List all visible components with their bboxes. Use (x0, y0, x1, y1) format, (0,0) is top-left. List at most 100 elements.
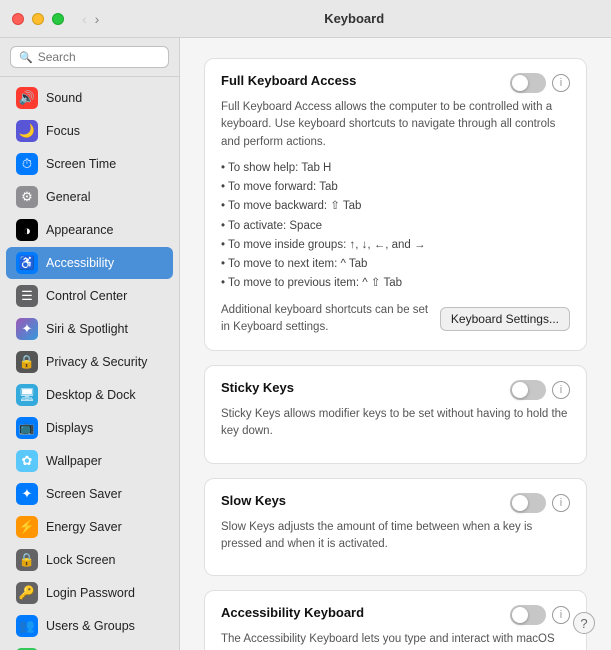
full-keyboard-access-toggle-knob (512, 75, 528, 91)
main-content: Full Keyboard AccessiFull Keyboard Acces… (180, 38, 611, 650)
displays-label: Displays (46, 421, 93, 435)
sidebar-item-desktop[interactable]: 🖥 Desktop & Dock (6, 379, 173, 411)
sidebar-item-energy[interactable]: ⚡ Energy Saver (6, 511, 173, 543)
sidebar-item-appearance[interactable]: ◑ Appearance (6, 214, 173, 246)
usersgroups-icon: 👥 (16, 615, 38, 637)
bullet-item: • To move forward: Tab (221, 178, 570, 197)
slow-keys-header: Slow Keys i (221, 493, 570, 513)
main-wrapper: Full Keyboard AccessiFull Keyboard Acces… (180, 38, 611, 650)
slow-keys-title: Slow Keys (221, 493, 510, 508)
bullet-item: • To move inside groups: ↑, ↓, ←, and → (221, 236, 570, 255)
general-label: General (46, 190, 90, 204)
titlebar-title: Keyboard (109, 11, 599, 26)
search-input[interactable] (38, 50, 160, 64)
slow-keys-controls: i (510, 493, 570, 513)
accessibility-keyboard-info-button[interactable]: i (552, 606, 570, 624)
slow-keys-description: Slow Keys adjusts the amount of time bet… (221, 519, 570, 554)
full-keyboard-access-footer: Additional keyboard shortcuts can be set… (221, 302, 570, 337)
minimize-button[interactable] (32, 13, 44, 25)
general-icon: ⚙ (16, 186, 38, 208)
full-keyboard-access-header: Full Keyboard Access i (221, 73, 570, 93)
system-preferences-window: ‹ › Keyboard 🔍 🔊Sound🌙Focus ⏱ Screen Time ⚙… (0, 0, 611, 650)
sidebar-item-screensaver[interactable]: ✦ Screen Saver (6, 478, 173, 510)
sidebar-item-screentime[interactable]: ⏱ Screen Time (6, 148, 173, 180)
lockscreen-icon: 🔒 (16, 549, 38, 571)
help-button[interactable]: ? (573, 612, 595, 634)
sticky-keys-toggle[interactable] (510, 380, 546, 400)
screentime-label: Screen Time (46, 157, 116, 171)
sidebar-item-loginpw[interactable]: 🔑 Login Password (6, 577, 173, 609)
sidebar-item-siri[interactable]: ✦Siri & Spotlight (6, 313, 173, 345)
maximize-button[interactable] (52, 13, 64, 25)
sidebar-item-privacy[interactable]: 🔒Privacy & Security (6, 346, 173, 378)
sidebar-item-sound[interactable]: 🔊Sound (6, 82, 173, 114)
sidebar-item-displays[interactable]: 📺 Displays (6, 412, 173, 444)
bullet-item: • To move backward: ⇧ Tab (221, 197, 570, 216)
accessibility-icon: ♿ (16, 252, 38, 274)
sticky-keys-description: Sticky Keys allows modifier keys to be s… (221, 406, 570, 441)
full-keyboard-access-action-button[interactable]: Keyboard Settings... (440, 307, 570, 331)
sticky-keys-controls: i (510, 380, 570, 400)
search-container: 🔍 (0, 38, 179, 77)
full-keyboard-access-description: Full Keyboard Access allows the computer… (221, 99, 570, 151)
siri-icon: ✦ (16, 318, 38, 340)
sticky-keys-header: Sticky Keysi (221, 380, 570, 400)
full-keyboard-access-toggle[interactable] (510, 73, 546, 93)
slow-keys-info-button[interactable]: i (552, 494, 570, 512)
section-accessibility-keyboard: Accessibility Keyboard i The Accessibility… (204, 590, 587, 650)
slow-keys-toggle-knob (512, 495, 528, 511)
sidebar-item-accessibility[interactable]: ♿ Accessibility (6, 247, 173, 279)
titlebar: ‹ › Keyboard (0, 0, 611, 38)
accessibility-keyboard-toggle[interactable] (510, 605, 546, 625)
full-keyboard-access-title: Full Keyboard Access (221, 73, 510, 88)
accessibility-keyboard-title: Accessibility Keyboard (221, 605, 510, 620)
loginpw-label: Login Password (46, 586, 135, 600)
slow-keys-toggle[interactable] (510, 493, 546, 513)
energy-icon: ⚡ (16, 516, 38, 538)
controlcenter-label: Control Center (46, 289, 127, 303)
sidebar-item-wallpaper[interactable]: ✿ Wallpaper (6, 445, 173, 477)
wallpaper-label: Wallpaper (46, 454, 102, 468)
accessibility-keyboard-description: The Accessibility Keyboard lets you type… (221, 631, 570, 650)
sidebar-item-lockscreen[interactable]: 🔒 Lock Screen (6, 544, 173, 576)
desktop-label: Desktop & Dock (46, 388, 136, 402)
accessibility-keyboard-header: Accessibility Keyboard i (221, 605, 570, 625)
accessibility-keyboard-toggle-knob (512, 607, 528, 623)
sidebar-item-passwords[interactable]: 🔑Passwords (6, 643, 173, 650)
sidebar-item-general[interactable]: ⚙ General (6, 181, 173, 213)
section-slow-keys: Slow Keys i Slow Keys adjusts the amount o… (204, 478, 587, 577)
usersgroups-label: Users & Groups (46, 619, 135, 633)
sidebar-item-focus[interactable]: 🌙Focus (6, 115, 173, 147)
displays-icon: 📺 (16, 417, 38, 439)
sticky-keys-info-button[interactable]: i (552, 381, 570, 399)
back-button[interactable]: ‹ (80, 11, 89, 27)
bullet-item: • To move to previous item: ^ ⇧ Tab (221, 274, 570, 293)
full-keyboard-access-info-button[interactable]: i (552, 74, 570, 92)
bullet-item: • To show help: Tab H (221, 159, 570, 178)
search-icon: 🔍 (19, 51, 33, 64)
full-keyboard-access-bullet-list: • To show help: Tab H• To move forward: … (221, 159, 570, 294)
close-button[interactable] (12, 13, 24, 25)
appearance-label: Appearance (46, 223, 113, 237)
sidebar-item-usersgroups[interactable]: 👥 Users & Groups (6, 610, 173, 642)
appearance-icon: ◑ (16, 219, 38, 241)
sidebar-item-controlcenter[interactable]: ☰ Control Center (6, 280, 173, 312)
wallpaper-icon: ✿ (16, 450, 38, 472)
bullet-item: • To move to next item: ^ Tab (221, 255, 570, 274)
focus-label: Focus (46, 124, 80, 138)
section-full-keyboard-access: Full Keyboard AccessiFull Keyboard Acces… (204, 58, 587, 351)
energy-label: Energy Saver (46, 520, 122, 534)
screensaver-icon: ✦ (16, 483, 38, 505)
accessibility-label: Accessibility (46, 256, 114, 270)
desktop-icon: 🖥 (16, 384, 38, 406)
lockscreen-label: Lock Screen (46, 553, 115, 567)
screensaver-label: Screen Saver (46, 487, 122, 501)
sticky-keys-toggle-knob (512, 382, 528, 398)
controlcenter-icon: ☰ (16, 285, 38, 307)
sidebar-list: 🔊Sound🌙Focus ⏱ Screen Time ⚙ General ◑ Appeara… (0, 77, 179, 650)
loginpw-icon: 🔑 (16, 582, 38, 604)
sound-label: Sound (46, 91, 82, 105)
search-box[interactable]: 🔍 (10, 46, 169, 68)
forward-button[interactable]: › (93, 11, 102, 27)
screentime-icon: ⏱ (16, 153, 38, 175)
